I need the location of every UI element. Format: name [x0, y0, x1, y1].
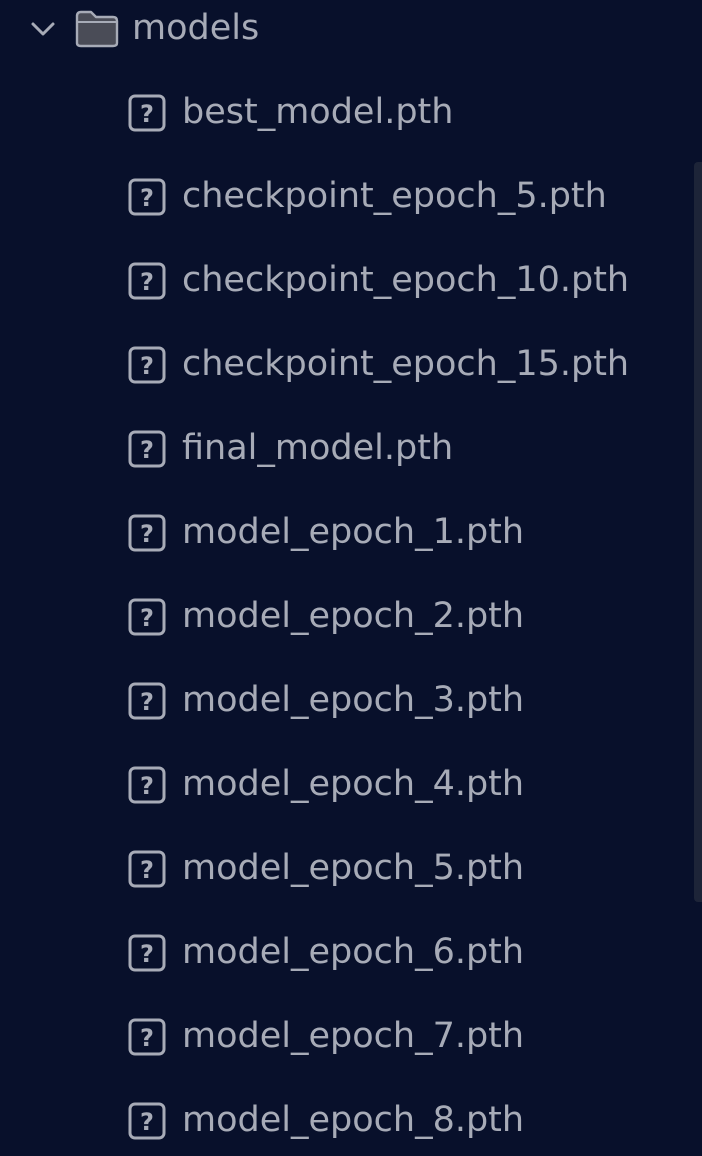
unknown-file-icon: ?	[128, 766, 166, 804]
unknown-file-icon: ?	[128, 94, 166, 132]
file-label: model_epoch_4.pth	[182, 764, 525, 804]
file-label: checkpoint_epoch_15.pth	[182, 344, 630, 384]
file-label: model_epoch_3.pth	[182, 680, 525, 720]
file-label: checkpoint_epoch_5.pth	[182, 176, 607, 216]
unknown-file-icon: ?	[128, 598, 166, 636]
svg-text:?: ?	[140, 520, 154, 548]
unknown-file-icon: ?	[128, 1102, 166, 1140]
unknown-file-icon: ?	[128, 262, 166, 300]
file-label: model_epoch_8.pth	[182, 1100, 525, 1140]
file-item[interactable]: ? model_epoch_5.pth	[0, 826, 694, 910]
folder-icon	[75, 10, 119, 48]
file-label: model_epoch_5.pth	[182, 848, 525, 888]
file-item[interactable]: ? checkpoint_epoch_10.pth	[0, 238, 694, 322]
svg-text:?: ?	[140, 688, 154, 716]
file-label: model_epoch_6.pth	[182, 932, 525, 972]
scrollbar[interactable]	[694, 162, 702, 902]
file-item[interactable]: ? checkpoint_epoch_5.pth	[0, 154, 694, 238]
chevron-down-icon[interactable]	[28, 14, 58, 44]
file-item[interactable]: ? best_model.pth	[0, 70, 694, 154]
svg-text:?: ?	[140, 100, 154, 128]
file-label: best_model.pth	[182, 92, 454, 132]
svg-text:?: ?	[140, 268, 154, 296]
file-list: ? best_model.pth ? checkpoint_epoch_5.pt…	[0, 70, 694, 1156]
file-label: model_epoch_2.pth	[182, 596, 525, 636]
file-explorer: models ? best_model.pth ? checkpoint_epo…	[0, 0, 702, 1156]
svg-text:?: ?	[140, 352, 154, 380]
unknown-file-icon: ?	[128, 514, 166, 552]
svg-text:?: ?	[140, 856, 154, 884]
file-item[interactable]: ? model_epoch_1.pth	[0, 490, 694, 574]
svg-text:?: ?	[140, 184, 154, 212]
file-item[interactable]: ? model_epoch_7.pth	[0, 994, 694, 1078]
svg-text:?: ?	[140, 1108, 154, 1136]
svg-text:?: ?	[140, 772, 154, 800]
unknown-file-icon: ?	[128, 682, 166, 720]
file-label: model_epoch_7.pth	[182, 1016, 525, 1056]
unknown-file-icon: ?	[128, 178, 166, 216]
file-item[interactable]: ? model_epoch_6.pth	[0, 910, 694, 994]
file-label: final_model.pth	[182, 428, 454, 468]
file-label: checkpoint_epoch_10.pth	[182, 260, 630, 300]
svg-text:?: ?	[140, 436, 154, 464]
folder-row-models[interactable]: models	[0, 0, 694, 56]
unknown-file-icon: ?	[128, 430, 166, 468]
folder-label: models	[132, 8, 260, 48]
svg-text:?: ?	[140, 604, 154, 632]
unknown-file-icon: ?	[128, 850, 166, 888]
svg-text:?: ?	[140, 1024, 154, 1052]
file-item[interactable]: ? model_epoch_3.pth	[0, 658, 694, 742]
unknown-file-icon: ?	[128, 1018, 166, 1056]
file-item[interactable]: ? model_epoch_2.pth	[0, 574, 694, 658]
file-item[interactable]: ? final_model.pth	[0, 406, 694, 490]
file-label: model_epoch_1.pth	[182, 512, 525, 552]
unknown-file-icon: ?	[128, 346, 166, 384]
file-item[interactable]: ? model_epoch_8.pth	[0, 1078, 694, 1156]
file-item[interactable]: ? checkpoint_epoch_15.pth	[0, 322, 694, 406]
unknown-file-icon: ?	[128, 934, 166, 972]
file-item[interactable]: ? model_epoch_4.pth	[0, 742, 694, 826]
svg-text:?: ?	[140, 940, 154, 968]
